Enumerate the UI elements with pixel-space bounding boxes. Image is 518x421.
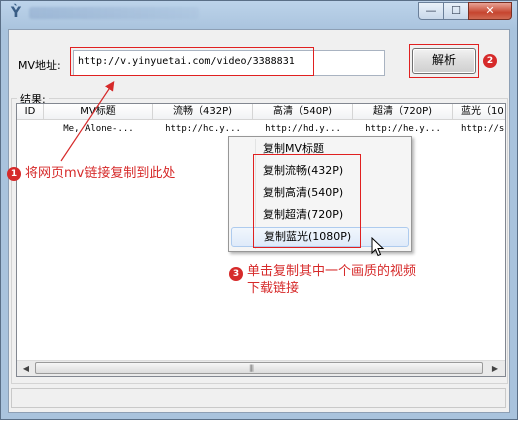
window-title-blurred bbox=[29, 7, 199, 19]
badge-3: 3 bbox=[229, 267, 243, 281]
scrollbar-thumb[interactable]: ||| bbox=[35, 362, 483, 374]
annotation-click-copy-line1: 单击复制其中一个画质的视频 bbox=[247, 264, 417, 279]
annotation-paste-url: 将网页mv链接复制到此处 bbox=[25, 166, 176, 181]
parse-button[interactable]: 解析 bbox=[412, 48, 476, 74]
cell-1080p: http://sh bbox=[461, 124, 506, 134]
minimize-button[interactable]: — bbox=[418, 2, 444, 20]
menu-item-copy-432p[interactable]: 复制流畅(432P) bbox=[231, 161, 409, 181]
maximize-button[interactable]: ☐ bbox=[443, 2, 469, 20]
cell-720p: http://he.y... bbox=[365, 124, 441, 134]
scroll-right-icon[interactable]: ▶ bbox=[487, 361, 503, 376]
mouse-cursor-icon bbox=[371, 237, 385, 257]
cell-432p: http://hc.y... bbox=[165, 124, 241, 134]
column-header-title[interactable]: MV标题 bbox=[44, 104, 153, 120]
menu-item-copy-title[interactable]: 复制MV标题 bbox=[231, 139, 409, 159]
cell-540p: http://hd.y... bbox=[265, 124, 341, 134]
column-header-720p[interactable]: 超清（720P) bbox=[353, 104, 453, 120]
status-bar bbox=[11, 388, 506, 408]
close-button[interactable]: ✕ bbox=[468, 2, 512, 20]
column-header-1080p[interactable]: 蓝光（10 bbox=[453, 104, 505, 120]
url-label: MV地址: bbox=[18, 59, 61, 72]
menu-item-copy-540p[interactable]: 复制高清(540P) bbox=[231, 183, 409, 203]
app-window: Ỳ — ☐ ✕ MV地址: http://v.yinyuetai.com/vid… bbox=[0, 0, 518, 420]
app-icon: Ỳ bbox=[10, 5, 22, 21]
context-menu: 复制MV标题 复制流畅(432P) 复制高清(540P) 复制超清(720P) … bbox=[228, 136, 412, 252]
grip-icon: ||| bbox=[249, 364, 254, 372]
column-header-id[interactable]: ID bbox=[17, 104, 44, 120]
table-header: ID MV标题 流畅（432P) 高清（540P) 超清（720P) 蓝光（10 bbox=[17, 104, 505, 120]
table-row[interactable]: Me, Alone-... http://hc.y... http://hd.y… bbox=[17, 121, 506, 137]
horizontal-scrollbar[interactable]: ◀ ||| ▶ bbox=[17, 360, 505, 376]
cell-title: Me, Alone-... bbox=[63, 124, 134, 134]
annotation-click-copy-line2: 下载链接 bbox=[247, 281, 300, 296]
cell-id bbox=[17, 121, 44, 137]
url-input[interactable]: http://v.yinyuetai.com/video/3388831 bbox=[73, 50, 385, 76]
menu-item-copy-720p[interactable]: 复制超清(720P) bbox=[231, 205, 409, 225]
badge-1: 1 bbox=[7, 167, 21, 181]
title-bar[interactable]: Ỳ — ☐ ✕ bbox=[1, 1, 517, 27]
column-header-540p[interactable]: 高清（540P) bbox=[253, 104, 353, 120]
badge-2: 2 bbox=[483, 54, 497, 68]
scroll-left-icon[interactable]: ◀ bbox=[18, 361, 34, 376]
column-header-432p[interactable]: 流畅（432P) bbox=[153, 104, 253, 120]
